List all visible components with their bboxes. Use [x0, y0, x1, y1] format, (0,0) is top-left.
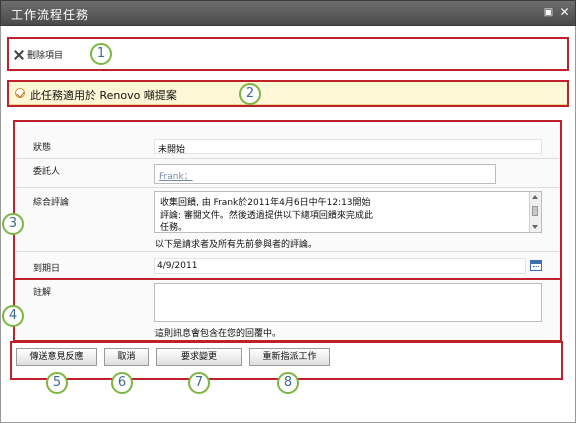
cancel-button[interactable]: 取消 [104, 348, 149, 366]
delete-item-button[interactable]: 刪除項目 [14, 48, 63, 61]
delete-icon [14, 50, 24, 60]
row-divider [16, 251, 559, 252]
send-feedback-button[interactable]: 傳送意見反應 [16, 348, 97, 366]
status-field [154, 139, 542, 154]
comments-line-2: 評論: 審閱文件。然後透過提供以下總項回饋來完成此 [160, 211, 373, 221]
scroll-down-icon[interactable] [532, 225, 538, 229]
comments-line-3: 任務。 [160, 223, 188, 233]
comments-label: 綜合評論 [33, 198, 70, 208]
due-date-label: 到期日 [33, 264, 61, 274]
maximize-icon[interactable]: ▣ [542, 6, 555, 19]
request-change-button[interactable]: 要求變更 [156, 348, 242, 366]
row-divider [16, 187, 559, 188]
callout-6: 6 [111, 372, 133, 394]
callout-3: 3 [2, 213, 24, 235]
close-icon[interactable]: ✕ [558, 6, 571, 19]
scroll-up-icon[interactable] [532, 195, 538, 199]
row-divider [16, 158, 559, 159]
dialog-titlebar: 工作流程任務 ▣ ✕ [0, 0, 576, 26]
comments-line-1: 收集回饋, 由 Frank於2011年4月6日中午12:13開始 [160, 198, 371, 208]
due-date-value: 4/9/2011 [157, 261, 198, 271]
notes-label: 註解 [33, 288, 52, 298]
due-date-field[interactable] [154, 258, 526, 274]
delete-item-label: 刪除項目 [27, 51, 64, 61]
comments-scrollbar[interactable] [529, 192, 541, 232]
status-label: 狀態 [33, 143, 52, 153]
dialog-title: 工作流程任務 [11, 8, 90, 22]
callout-4: 4 [2, 305, 24, 327]
comments-note: 以下是請求者及所有先前參與者的評論。 [155, 240, 318, 250]
assignee-field[interactable] [154, 164, 496, 184]
callout-7: 7 [188, 372, 210, 394]
callout-5: 5 [46, 372, 68, 394]
callout-1: 1 [90, 43, 112, 65]
status-value: 未開始 [158, 145, 186, 155]
callout-2: 2 [239, 83, 261, 105]
notes-input[interactable] [154, 283, 542, 322]
reassign-task-button[interactable]: 重新指派工作 [249, 348, 330, 366]
assignee-label: 委託人 [33, 167, 61, 177]
calendar-icon[interactable] [530, 260, 542, 271]
notes-hint: 這則訊息會包含在您的回覆中。 [155, 329, 282, 339]
scroll-thumb[interactable] [532, 206, 538, 216]
assignee-value[interactable]: Frank； [159, 169, 193, 182]
callout-8: 8 [277, 372, 299, 394]
callout-box-infobar [7, 80, 569, 107]
